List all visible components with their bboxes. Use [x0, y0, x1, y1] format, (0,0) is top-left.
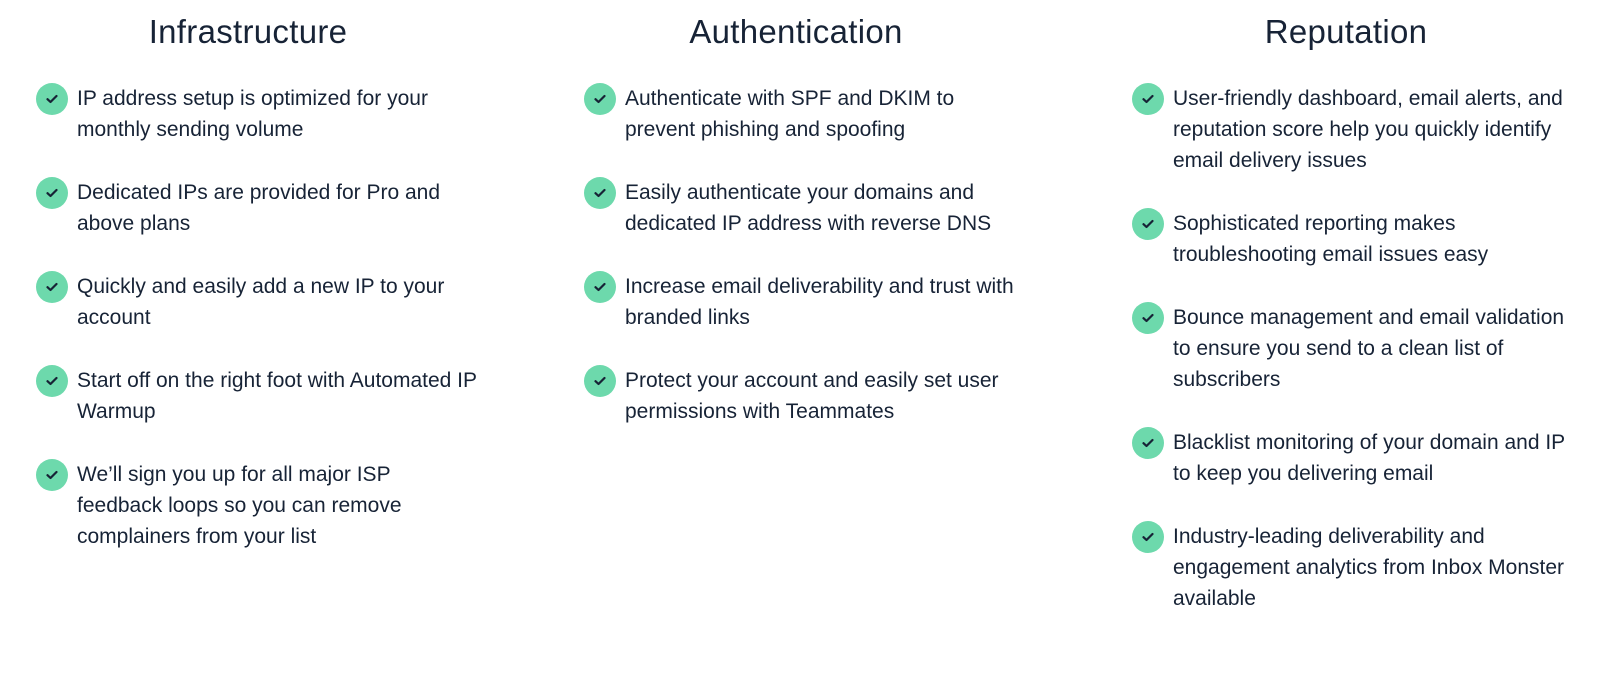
feature-item: We’ll sign you up for all major ISP feed… — [36, 459, 496, 552]
feature-text: Start off on the right foot with Automat… — [77, 369, 477, 423]
feature-item: Dedicated IPs are provided for Pro and a… — [36, 177, 496, 239]
feature-item: Increase email deliverability and trust … — [584, 271, 1044, 333]
check-circle-icon — [1132, 83, 1164, 115]
check-circle-icon — [36, 459, 68, 491]
check-circle-icon — [36, 271, 68, 303]
feature-text: Quickly and easily add a new IP to your … — [77, 275, 445, 329]
feature-text: Easily authenticate your domains and ded… — [625, 181, 992, 235]
check-circle-icon — [36, 83, 68, 115]
feature-text: Blacklist monitoring of your domain and … — [1173, 431, 1565, 485]
feature-text: Increase email deliverability and trust … — [625, 275, 1014, 329]
check-circle-icon — [584, 271, 616, 303]
feature-list: Authenticate with SPF and DKIM to preven… — [584, 83, 1044, 460]
column-heading: Reputation — [1264, 13, 1428, 50]
feature-item: Industry-leading deliverability and enga… — [1132, 521, 1592, 614]
feature-item: Blacklist monitoring of your domain and … — [1132, 427, 1592, 489]
check-circle-icon — [1132, 208, 1164, 240]
feature-text: Protect your account and easily set user… — [625, 369, 999, 423]
feature-text: User-friendly dashboard, email alerts, a… — [1173, 87, 1563, 172]
feature-text: IP address setup is optimized for your m… — [77, 87, 428, 141]
feature-text: Authenticate with SPF and DKIM to preven… — [625, 87, 955, 141]
feature-text: Industry-leading deliverability and enga… — [1173, 525, 1565, 610]
feature-item: Protect your account and easily set user… — [584, 365, 1044, 427]
feature-list: IP address setup is optimized for your m… — [36, 83, 496, 585]
check-circle-icon — [584, 365, 616, 397]
feature-text: Sophisticated reporting makes troublesho… — [1173, 212, 1489, 266]
feature-text: Bounce management and email validation t… — [1173, 306, 1565, 391]
column-heading: Infrastructure — [148, 13, 348, 50]
feature-text: Dedicated IPs are provided for Pro and a… — [77, 181, 441, 235]
feature-item: IP address setup is optimized for your m… — [36, 83, 496, 145]
feature-list: User-friendly dashboard, email alerts, a… — [1132, 83, 1592, 647]
check-circle-icon — [584, 83, 616, 115]
feature-item: Start off on the right foot with Automat… — [36, 365, 496, 427]
check-circle-icon — [36, 365, 68, 397]
column-heading: Authentication — [689, 13, 903, 50]
feature-item: Sophisticated reporting makes troublesho… — [1132, 208, 1592, 270]
check-circle-icon — [36, 177, 68, 209]
check-circle-icon — [1132, 302, 1164, 334]
feature-columns: Infrastructure IP address setup is optim… — [0, 0, 1600, 689]
check-circle-icon — [584, 177, 616, 209]
feature-item: Bounce management and email validation t… — [1132, 302, 1592, 395]
feature-item: User-friendly dashboard, email alerts, a… — [1132, 83, 1592, 176]
feature-text: We’ll sign you up for all major ISP feed… — [77, 463, 402, 548]
check-circle-icon — [1132, 427, 1164, 459]
feature-item: Quickly and easily add a new IP to your … — [36, 271, 496, 333]
check-circle-icon — [1132, 521, 1164, 553]
feature-item: Easily authenticate your domains and ded… — [584, 177, 1044, 239]
feature-item: Authenticate with SPF and DKIM to preven… — [584, 83, 1044, 145]
